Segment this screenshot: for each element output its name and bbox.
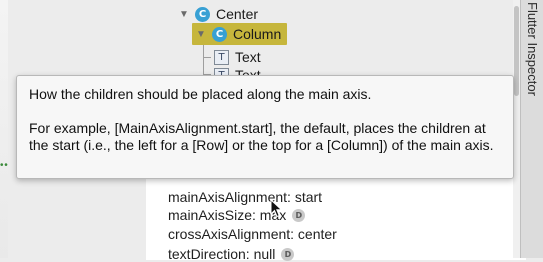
tree-node-center[interactable]: ▼ C Center: [179, 3, 258, 25]
tree-node-column[interactable]: ▼ C Column: [192, 23, 288, 45]
property-text: crossAxisAlignment: center: [168, 226, 337, 242]
expand-arrow-icon[interactable]: ▼: [179, 9, 189, 20]
property-text: textDirection: null: [168, 246, 276, 262]
default-value-icon: D: [281, 247, 295, 261]
tree-node-label: Text: [235, 49, 261, 65]
left-panel-edge: [0, 0, 8, 258]
property-text: mainAxisSize: max: [168, 207, 287, 223]
class-badge-icon: C: [212, 26, 227, 42]
tree-branch-line: [203, 57, 211, 58]
tree-node-label: Column: [233, 26, 282, 42]
side-tab-label: Flutter Inspector: [525, 2, 540, 96]
tree-node-label: Center: [216, 6, 259, 22]
property-row[interactable]: textDirection: null D: [168, 246, 295, 262]
property-row[interactable]: crossAxisAlignment: center: [168, 226, 337, 242]
inspector-side-tab[interactable]: Flutter Inspector: [520, 0, 543, 258]
mouse-pointer-icon: [270, 199, 283, 218]
tooltip-detail: For example, [MainAxisAlignment.start], …: [29, 120, 494, 153]
gutter-marker-icon: • •: [0, 160, 8, 171]
vertical-scrollbar[interactable]: [513, 0, 520, 258]
property-row[interactable]: mainAxisAlignment: start: [168, 189, 322, 205]
property-row[interactable]: mainAxisSize: max D: [168, 207, 306, 223]
properties-panel: mainAxisAlignment: start mainAxisSize: m…: [146, 176, 526, 262]
default-value-icon: D: [292, 208, 306, 222]
property-text: mainAxisAlignment: start: [168, 189, 323, 205]
class-badge-icon: C: [195, 6, 210, 22]
expand-arrow-icon[interactable]: ▼: [196, 29, 206, 40]
scrollbar-thumb[interactable]: [514, 6, 519, 96]
property-tooltip: How the children should be placed along …: [16, 75, 514, 179]
tooltip-summary: How the children should be placed along …: [29, 86, 372, 102]
text-widget-icon: T: [214, 49, 229, 65]
